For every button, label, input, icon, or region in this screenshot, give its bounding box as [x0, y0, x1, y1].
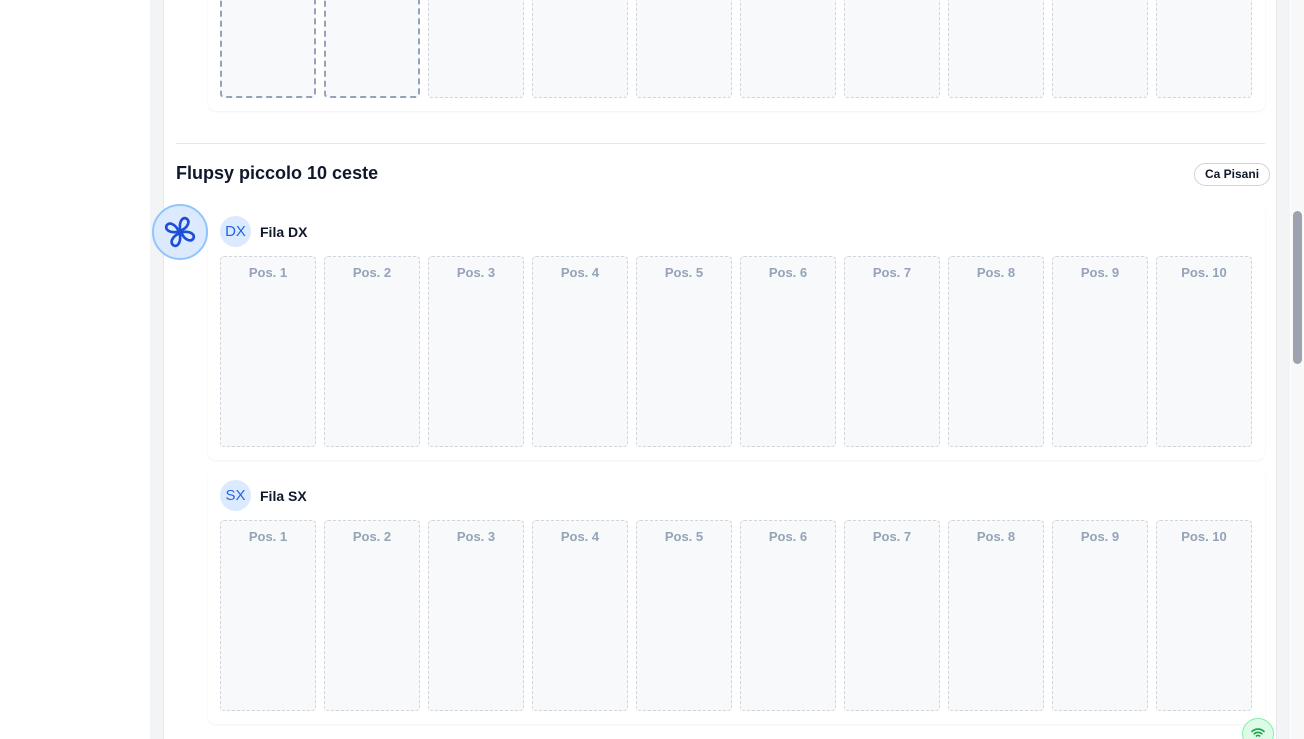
basket-slot[interactable]: Pos. 10: [1156, 520, 1252, 711]
section-divider: [176, 143, 1265, 144]
basket-slot[interactable]: [948, 0, 1044, 98]
wifi-icon-graphic: [1251, 728, 1265, 737]
slot-label: Pos. 3: [456, 265, 496, 280]
row-name: Fila SX: [260, 487, 307, 504]
slot-label: Pos. 8: [976, 265, 1016, 280]
basket-slot[interactable]: [324, 0, 420, 98]
basket-slot[interactable]: Pos. 2: [324, 256, 420, 447]
basket-slot[interactable]: [1052, 0, 1148, 98]
slot-label: Pos. 5: [664, 529, 704, 544]
fan-icon-graphic: [164, 216, 196, 248]
slot-label: Pos. 6: [768, 529, 808, 544]
slot-label: Pos. 4: [560, 265, 600, 280]
slot-label: Pos. 10: [1181, 265, 1227, 280]
previous-row-card: [208, 0, 1265, 111]
right-strip: [1277, 0, 1290, 739]
slot-label: Pos. 4: [560, 529, 600, 544]
basket-slot[interactable]: Pos. 7: [844, 520, 940, 711]
page: Flupsy piccolo 10 ceste Ca Pisani DX Fil…: [0, 0, 1304, 739]
slot-label: Pos. 10: [1181, 529, 1227, 544]
slot-label: Pos. 9: [1080, 529, 1120, 544]
basket-slot[interactable]: Pos. 2: [324, 520, 420, 711]
left-gutter: [0, 0, 150, 739]
slot-label: Pos. 1: [248, 265, 288, 280]
basket-slot[interactable]: Pos. 9: [1052, 256, 1148, 447]
basket-slot[interactable]: Pos. 3: [428, 256, 524, 447]
scrollbar-thumb[interactable]: [1293, 211, 1302, 364]
basket-slot[interactable]: [532, 0, 628, 98]
basket-slot[interactable]: Pos. 6: [740, 520, 836, 711]
basket-slot[interactable]: Pos. 9: [1052, 520, 1148, 711]
slot-list-dx: Pos. 1 Pos. 2 Pos. 3 Pos. 4 Pos. 5 Pos. …: [220, 256, 1252, 447]
flupsy-title: Flupsy piccolo 10 ceste: [176, 163, 379, 183]
basket-slot[interactable]: Pos. 1: [220, 256, 316, 447]
basket-slot[interactable]: [740, 0, 836, 98]
slot-label: Pos. 6: [768, 265, 808, 280]
slot-label: Pos. 9: [1080, 265, 1120, 280]
basket-slot[interactable]: Pos. 4: [532, 520, 628, 711]
slot-label: Pos. 1: [248, 529, 288, 544]
side-strip: [150, 0, 164, 739]
basket-slot[interactable]: [1156, 0, 1252, 98]
basket-slot[interactable]: Pos. 8: [948, 256, 1044, 447]
row-name: Fila DX: [260, 223, 308, 240]
row-avatar: DX: [220, 216, 251, 247]
basket-slot[interactable]: Pos. 10: [1156, 256, 1252, 447]
basket-slot[interactable]: Pos. 4: [532, 256, 628, 447]
slot-label: Pos. 2: [352, 529, 392, 544]
basket-slot[interactable]: Pos. 5: [636, 256, 732, 447]
basket-slot[interactable]: [428, 0, 524, 98]
basket-slot[interactable]: Pos. 1: [220, 520, 316, 711]
slot-label: Pos. 7: [872, 529, 912, 544]
fan-icon[interactable]: [152, 204, 208, 260]
basket-slot[interactable]: [220, 0, 316, 98]
basket-slot[interactable]: Pos. 8: [948, 520, 1044, 711]
row-header-dx: DX Fila DX: [220, 216, 307, 247]
slot-label: Pos. 8: [976, 529, 1016, 544]
location-badge: Ca Pisani: [1194, 163, 1271, 186]
slot-label: Pos. 5: [664, 265, 704, 280]
basket-slot[interactable]: Pos. 6: [740, 256, 836, 447]
slot-list-sx: Pos. 1 Pos. 2 Pos. 3 Pos. 4 Pos. 5 Pos. …: [220, 520, 1252, 711]
slot-label: Pos. 3: [456, 529, 496, 544]
row-header-sx: SX Fila SX: [220, 480, 307, 511]
scrollbar-track[interactable]: [1291, 0, 1304, 739]
basket-slot[interactable]: [844, 0, 940, 98]
basket-slot[interactable]: [636, 0, 732, 98]
row-avatar: SX: [220, 480, 251, 511]
basket-slot[interactable]: Pos. 7: [844, 256, 940, 447]
slot-label: Pos. 7: [872, 265, 912, 280]
basket-slot[interactable]: Pos. 3: [428, 520, 524, 711]
basket-slot[interactable]: Pos. 5: [636, 520, 732, 711]
slot-label: Pos. 2: [352, 265, 392, 280]
